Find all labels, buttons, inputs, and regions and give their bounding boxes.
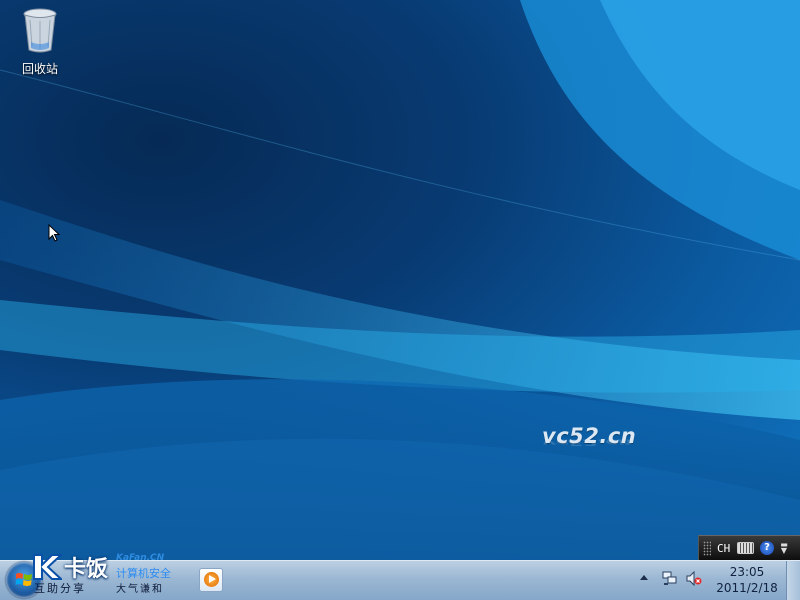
show-desktop-button[interactable] [786,561,800,600]
windows-media-player-button[interactable] [199,568,223,592]
network-icon[interactable] [662,571,677,586]
kafan-k-logo-icon [33,554,62,580]
recycle-bin-shortcut[interactable]: 回收站 [14,6,66,76]
desktop[interactable]: 回收站 vc52.cn vc52.cn CH ? ▬ ▼ [0,0,800,560]
drag-grip-icon[interactable] [703,540,711,556]
windows-media-player-icon [204,572,219,587]
logo-subtitle-right: 大气谦和 [116,584,164,595]
language-bar[interactable]: CH ? ▬ ▼ [698,535,800,560]
clock-date: 2011/2/18 [716,581,778,595]
show-hidden-icons-icon[interactable] [640,575,648,580]
volume-muted-icon[interactable] [686,571,702,586]
recycle-bin-label: 回收站 [21,62,58,76]
keyboard-icon[interactable] [737,542,754,554]
system-clock[interactable]: 23:05 2011/2/18 [712,564,782,596]
help-icon[interactable]: ? [760,541,774,555]
windows-start-icon [15,573,32,586]
logo-tagline: 计算机安全 [116,567,171,580]
watermark-reflection: vc52.cn [542,437,633,447]
logo-name: 卡饭 [64,557,109,582]
taskbar: 卡饭 互助分享 KaFan.CN 计算机安全 大气谦和 23:05 2011/2… [0,553,800,600]
logo-url: KaFan.CN [116,553,165,563]
clock-time: 23:05 [729,565,765,579]
mouse-cursor-icon [48,224,60,242]
input-language-indicator[interactable]: CH [717,542,733,555]
logo-subtitle-left: 互助分享 [34,582,86,595]
wallpaper [0,0,800,560]
options-arrow-icon[interactable]: ▬ ▼ [780,541,788,555]
recycle-bin-icon [23,8,57,53]
kafan-logo: 卡饭 互助分享 KaFan.CN 计算机安全 大气谦和 [32,553,177,599]
